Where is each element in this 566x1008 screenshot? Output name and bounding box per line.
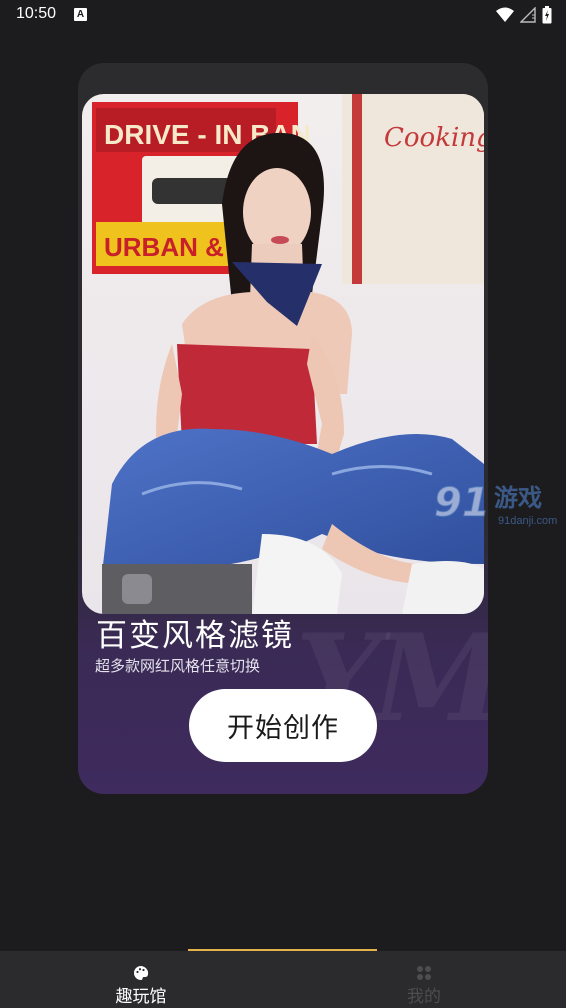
status-icons [496,6,552,24]
notification-badge-icon: A [74,8,87,21]
tab-mine[interactable]: 我的 [364,953,484,1008]
signal-icon [520,7,536,23]
start-creating-button[interactable]: 开始创作 [189,689,377,762]
palette-icon [134,966,149,980]
tab-label: 趣玩馆 [115,987,167,1007]
battery-icon [542,6,552,24]
status-bar: 10:50 A [0,0,566,30]
status-time: 10:50 [16,5,57,22]
filter-preview-image: DRIVE - IN BAN URBAN & SU Cooking [82,94,484,614]
tab-label: 我的 [407,987,441,1007]
site-watermark: 91 游戏 91danji.com [432,476,566,534]
tab-quwanguan[interactable]: 趣玩馆 [81,953,201,1008]
filter-card: DRIVE - IN BAN URBAN & SU Cooking YM 百变风… [78,63,488,794]
watermark-cn: 游戏 [494,484,542,512]
card-subtitle: 超多款网红风格任意切换 [95,657,261,675]
wifi-icon [496,7,514,22]
watermark-number: 91 [434,480,490,526]
poster-right-text: Cooking [384,123,484,153]
card-title: 百变风格滤镜 [96,618,294,654]
active-tab-indicator [188,949,377,951]
watermark-site: 91danji.com [498,515,557,527]
grid-icon [417,966,431,980]
